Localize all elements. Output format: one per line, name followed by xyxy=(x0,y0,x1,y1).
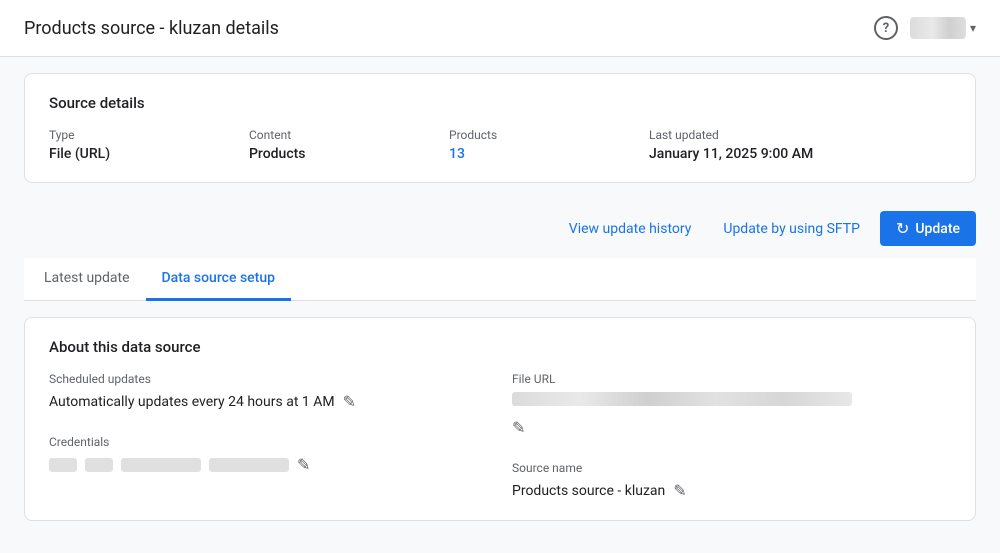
file-url-item: File URL ✎ xyxy=(512,372,951,437)
sftp-button[interactable]: Update by using SFTP xyxy=(711,213,872,245)
credentials-item: Credentials ✎ xyxy=(49,435,488,474)
action-bar: View update history Update by using SFTP… xyxy=(24,199,976,258)
scheduled-updates-row: Automatically updates every 24 hours at … xyxy=(49,392,488,411)
last-updated-label: Last updated xyxy=(649,128,951,142)
tab-latest-update[interactable]: Latest update xyxy=(28,258,146,301)
source-details-title: Source details xyxy=(49,94,951,112)
credentials-edit-icon[interactable]: ✎ xyxy=(297,455,310,474)
header-actions: ? ▾ xyxy=(874,16,976,40)
type-label: Type xyxy=(49,128,249,142)
help-icon[interactable]: ? xyxy=(874,16,898,40)
file-url-edit-icon[interactable]: ✎ xyxy=(512,418,525,437)
last-updated-detail: Last updated January 11, 2025 9:00 AM xyxy=(649,128,951,162)
credentials-blob-1 xyxy=(49,458,77,472)
main-content: Source details Type File (URL) Content P… xyxy=(0,57,1000,553)
chevron-down-icon: ▾ xyxy=(970,21,976,35)
refresh-icon: ↻ xyxy=(896,219,909,238)
source-name-row: Products source - kluzan ✎ xyxy=(512,481,951,500)
about-section-title: About this data source xyxy=(49,338,951,356)
update-button-label: Update xyxy=(915,221,960,237)
account-dropdown[interactable]: ▾ xyxy=(910,17,976,39)
about-data-source-card: About this data source Scheduled updates… xyxy=(24,317,976,521)
type-value: File (URL) xyxy=(49,146,249,162)
credentials-label: Credentials xyxy=(49,435,488,449)
source-name-label: Source name xyxy=(512,461,951,475)
scheduled-updates-label: Scheduled updates xyxy=(49,372,488,386)
content-detail: Content Products xyxy=(249,128,449,162)
view-history-button[interactable]: View update history xyxy=(557,213,704,245)
credentials-blob-3 xyxy=(121,458,201,472)
credentials-blob-4 xyxy=(209,458,289,472)
scheduled-updates-edit-icon[interactable]: ✎ xyxy=(343,392,356,411)
about-grid: Scheduled updates Automatically updates … xyxy=(49,372,951,500)
tab-bar: Latest update Data source setup xyxy=(24,258,976,301)
tab-data-source-setup[interactable]: Data source setup xyxy=(146,258,291,301)
update-button[interactable]: ↻ Update xyxy=(880,211,976,246)
content-label: Content xyxy=(249,128,449,142)
content-value: Products xyxy=(249,146,449,162)
about-left-col: Scheduled updates Automatically updates … xyxy=(49,372,488,500)
credentials-blob-2 xyxy=(85,458,113,472)
source-name-item: Source name Products source - kluzan ✎ xyxy=(512,461,951,500)
page-title: Products source - kluzan details xyxy=(24,18,279,39)
credentials-row: ✎ xyxy=(49,455,488,474)
type-detail: Type File (URL) xyxy=(49,128,249,162)
header: Products source - kluzan details ? ▾ xyxy=(0,0,1000,57)
scheduled-updates-value: Automatically updates every 24 hours at … xyxy=(49,394,335,410)
account-avatar xyxy=(910,17,966,39)
about-right-col: File URL ✎ Source name Products source -… xyxy=(512,372,951,500)
scheduled-updates-item: Scheduled updates Automatically updates … xyxy=(49,372,488,411)
file-url-blob xyxy=(512,392,852,406)
products-detail: Products 13 xyxy=(449,128,649,162)
file-url-row xyxy=(512,392,951,406)
source-details-grid: Type File (URL) Content Products Product… xyxy=(49,128,951,162)
file-url-label: File URL xyxy=(512,372,951,386)
source-name-value: Products source - kluzan xyxy=(512,483,665,499)
source-details-card: Source details Type File (URL) Content P… xyxy=(24,73,976,183)
last-updated-value: January 11, 2025 9:00 AM xyxy=(649,146,951,162)
source-name-edit-icon[interactable]: ✎ xyxy=(673,481,686,500)
products-label: Products xyxy=(449,128,649,142)
products-count-link[interactable]: 13 xyxy=(449,146,649,162)
